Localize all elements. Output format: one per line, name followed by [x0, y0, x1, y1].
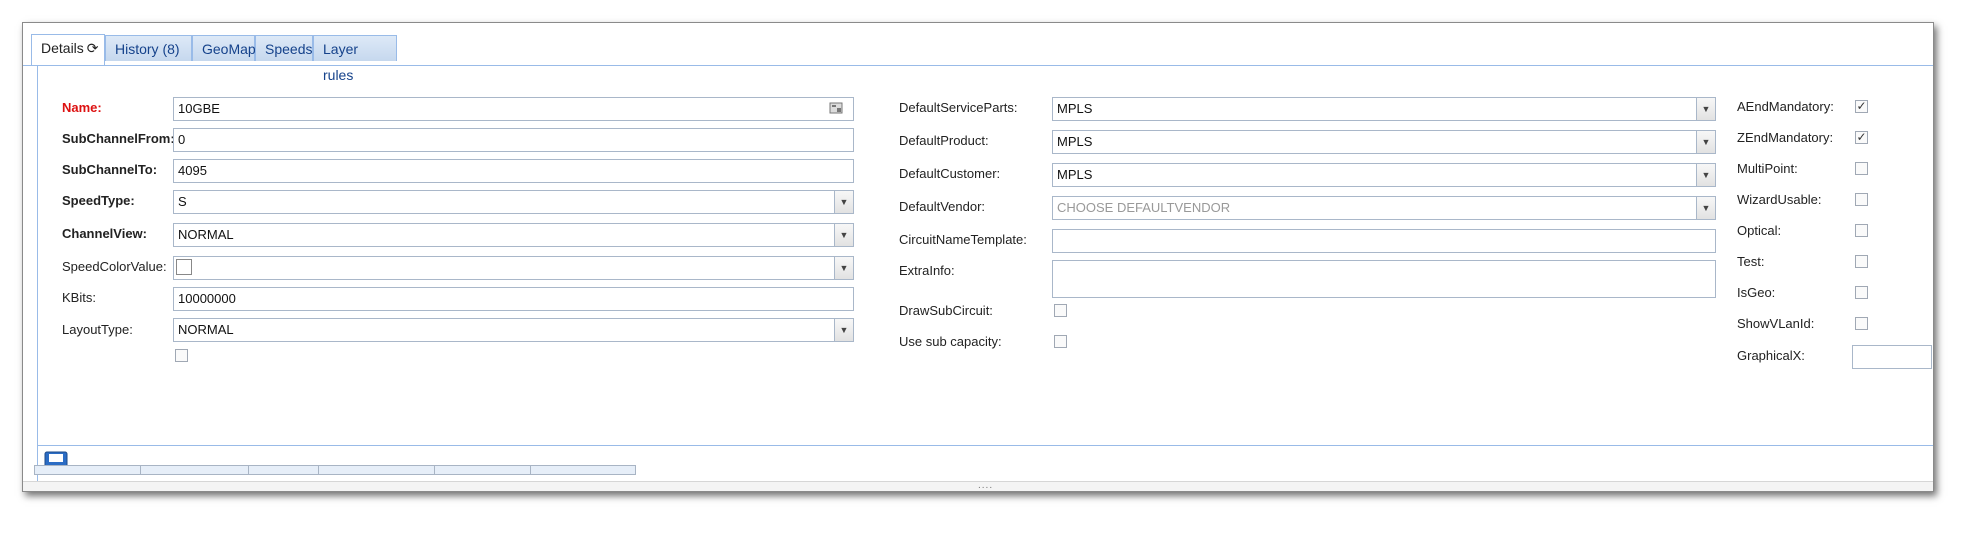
default-service-parts-select[interactable]: MPLS ▼: [1052, 97, 1716, 121]
a-end-mandatory-label: AEndMandatory:: [1737, 99, 1834, 114]
optical-checkbox[interactable]: [1855, 224, 1868, 237]
default-service-parts-value: MPLS: [1057, 101, 1093, 116]
z-end-mandatory-checkbox[interactable]: ✓: [1855, 131, 1868, 144]
chevron-down-icon[interactable]: ▼: [834, 191, 853, 213]
default-product-select[interactable]: MPLS ▼: [1052, 130, 1716, 154]
channel-view-label: ChannelView:: [62, 226, 148, 241]
layout-type-label: LayoutType:: [62, 322, 133, 337]
details-form: Name: 10GBE SubChannelFrom: 0 SubChannel…: [37, 65, 1933, 446]
default-vendor-select[interactable]: CHOOSE DEFAULTVENDOR ▼: [1052, 196, 1716, 220]
tab-layer-rules[interactable]: Layer rules: [313, 35, 397, 83]
test-label: Test:: [1737, 254, 1765, 269]
underlying-tab: [34, 465, 142, 475]
tab-geomap[interactable]: GeoMap: [192, 35, 256, 61]
default-service-parts-label: DefaultServiceParts:: [899, 100, 1018, 115]
chevron-down-icon[interactable]: ▼: [1696, 164, 1715, 186]
wizard-usable-checkbox[interactable]: [1855, 193, 1868, 206]
chevron-down-icon[interactable]: ▼: [834, 224, 853, 246]
optical-label: Optical:: [1737, 223, 1782, 238]
graphical-x-input[interactable]: [1852, 345, 1932, 369]
default-vendor-label: DefaultVendor:: [899, 199, 986, 214]
speed-color-value-label: SpeedColorValue:: [62, 259, 167, 274]
details-window: Details ⟳ History (8) GeoMap Speeds Layer…: [22, 22, 1934, 492]
a-end-mandatory-checkbox[interactable]: ✓: [1855, 100, 1868, 113]
wizard-usable-label: WizardUsable:: [1737, 192, 1822, 207]
speed-type-value: S: [178, 194, 187, 209]
tab-details[interactable]: Details ⟳: [31, 34, 105, 65]
color-swatch: [176, 259, 192, 275]
channel-view-select[interactable]: NORMAL ▼: [173, 223, 854, 247]
default-customer-value: MPLS: [1057, 167, 1093, 182]
kbits-input[interactable]: 10000000: [173, 287, 854, 311]
tab-speeds[interactable]: Speeds: [255, 35, 313, 61]
test-checkbox[interactable]: [1855, 255, 1868, 268]
extra-info-label: ExtraInfo:: [899, 263, 955, 278]
subchannel-from-input[interactable]: 0: [173, 128, 854, 152]
is-geo-checkbox[interactable]: [1855, 286, 1868, 299]
subchannel-to-label: SubChannelTo:: [62, 162, 158, 177]
chevron-down-icon[interactable]: ▼: [1696, 131, 1715, 153]
is-geo-label: IsGeo:: [1737, 285, 1776, 300]
kbits-label: KBits:: [62, 290, 96, 305]
multi-point-checkbox[interactable]: [1855, 162, 1868, 175]
subchannel-to-input[interactable]: 4095: [173, 159, 854, 183]
chevron-down-icon[interactable]: ▼: [834, 257, 853, 279]
bottom-toolbar: [37, 445, 1933, 482]
channel-view-value: NORMAL: [178, 227, 234, 242]
chevron-down-icon[interactable]: ▼: [834, 319, 853, 341]
layout-type-value: NORMAL: [178, 322, 234, 337]
clipped-checkbox[interactable]: [175, 349, 188, 362]
tab-strip: Details ⟳ History (8) GeoMap Speeds Layer…: [23, 23, 1933, 83]
show-vlan-id-label: ShowVLanId:: [1737, 316, 1815, 331]
default-customer-label: DefaultCustomer:: [899, 166, 1001, 181]
tab-details-label: Details: [41, 40, 84, 56]
draw-sub-circuit-label: DrawSubCircuit:: [899, 303, 993, 318]
multi-point-label: MultiPoint:: [1737, 161, 1798, 176]
extra-info-textarea[interactable]: [1052, 260, 1716, 298]
use-sub-capacity-checkbox[interactable]: [1054, 335, 1067, 348]
chevron-down-icon[interactable]: ▼: [1696, 98, 1715, 120]
name-trigger-icon[interactable]: [829, 101, 843, 115]
subchannel-from-label: SubChannelFrom:: [62, 131, 175, 146]
name-input[interactable]: 10GBE: [173, 97, 854, 121]
name-label: Name:: [62, 100, 102, 115]
chevron-down-icon[interactable]: ▼: [1696, 197, 1715, 219]
default-vendor-placeholder: CHOOSE DEFAULTVENDOR: [1057, 200, 1231, 215]
underlying-tab: [318, 465, 436, 475]
circuit-name-template-label: CircuitNameTemplate:: [899, 232, 1027, 247]
splitter-grip: ....: [978, 480, 994, 491]
show-vlan-id-checkbox[interactable]: [1855, 317, 1868, 330]
tab-history[interactable]: History (8): [105, 35, 192, 61]
underlying-tab: [248, 465, 320, 475]
speed-color-select[interactable]: ▼: [173, 256, 854, 280]
refresh-icon[interactable]: ⟳: [87, 40, 99, 56]
speed-type-label: SpeedType:: [62, 193, 135, 208]
z-end-mandatory-label: ZEndMandatory:: [1737, 130, 1834, 145]
default-product-label: DefaultProduct:: [899, 133, 989, 148]
default-product-value: MPLS: [1057, 134, 1093, 149]
underlying-tab: [140, 465, 250, 475]
graphical-x-label: GraphicalX:: [1737, 348, 1805, 363]
underlying-tab: [530, 465, 636, 475]
draw-sub-circuit-checkbox[interactable]: [1054, 304, 1067, 317]
use-sub-capacity-label: Use sub capacity:: [899, 334, 1002, 349]
circuit-name-template-input[interactable]: [1052, 229, 1716, 253]
default-customer-select[interactable]: MPLS ▼: [1052, 163, 1716, 187]
name-value: 10GBE: [178, 101, 220, 116]
underlying-tab: [434, 465, 532, 475]
speed-type-select[interactable]: S ▼: [173, 190, 854, 214]
layout-type-select[interactable]: NORMAL ▼: [173, 318, 854, 342]
splitter-bar[interactable]: ....: [23, 480, 1933, 491]
